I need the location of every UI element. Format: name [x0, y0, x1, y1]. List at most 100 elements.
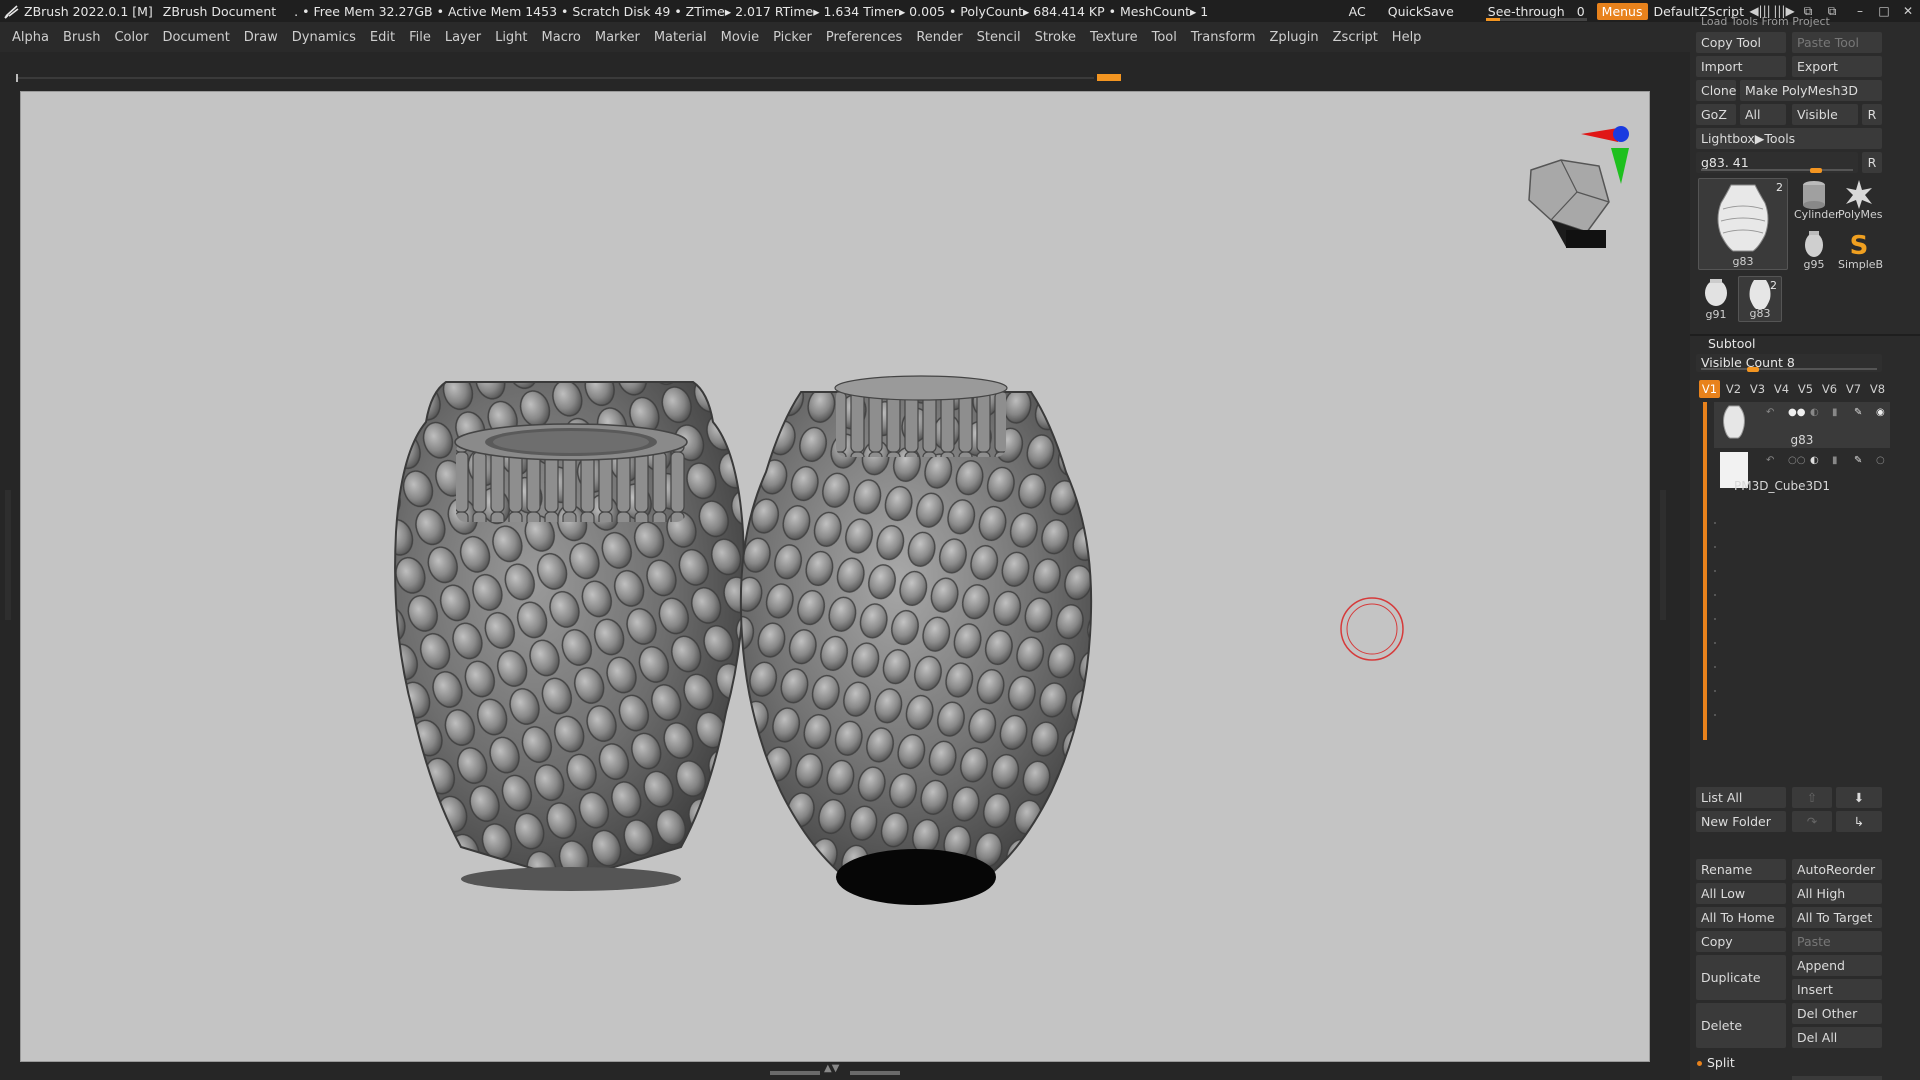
insert-button[interactable]: Insert	[1792, 979, 1882, 1000]
see-through-slider[interactable]: See-through 0	[1480, 4, 1593, 21]
menu-movie[interactable]: Movie	[721, 30, 759, 45]
paste-tool-button[interactable]: Paste Tool	[1792, 32, 1882, 53]
menu-brush[interactable]: Brush	[63, 30, 101, 45]
menu-render[interactable]: Render	[916, 30, 962, 45]
all-to-target-button[interactable]: All To Target	[1792, 907, 1882, 928]
menu-material[interactable]: Material	[654, 30, 707, 45]
slider-knob[interactable]	[1810, 168, 1823, 173]
menu-edit[interactable]: Edit	[370, 30, 395, 45]
auto-reorder-button[interactable]: AutoReorder	[1792, 859, 1882, 880]
eye-icon[interactable]: ◉	[1876, 407, 1890, 417]
version-tab-v5[interactable]: V5	[1795, 380, 1816, 398]
load-tools-button[interactable]: Load Tools From Project	[1696, 14, 1882, 30]
menu-zscript[interactable]: Zscript	[1333, 30, 1378, 45]
eye-icon[interactable]: ○	[1876, 455, 1890, 465]
tool-thumbnail-cylinder[interactable]: Cylinder	[1794, 178, 1840, 222]
menu-picker[interactable]: Picker	[773, 30, 812, 45]
arrow-icon[interactable]: ↶	[1766, 407, 1780, 417]
goz-all-button[interactable]: All	[1740, 104, 1786, 125]
visible-count-slider[interactable]: Visible Count 8	[1696, 354, 1882, 372]
del-all-button[interactable]: Del All	[1792, 1027, 1882, 1048]
goz-visible-button[interactable]: Visible	[1792, 104, 1858, 125]
menu-draw[interactable]: Draw	[244, 30, 278, 45]
new-folder-button[interactable]: New Folder	[1696, 811, 1786, 832]
all-high-button[interactable]: All High	[1792, 883, 1882, 904]
subtool-item-g83[interactable]: ↶ ●● ◐ ▮ ✎ ◉ g83	[1714, 402, 1890, 448]
subtool-scrollbar[interactable]	[1703, 402, 1707, 740]
version-tab-v6[interactable]: V6	[1819, 380, 1840, 398]
import-button[interactable]: Import	[1696, 56, 1786, 77]
export-button[interactable]: Export	[1792, 56, 1882, 77]
clone-button[interactable]: Clone	[1696, 80, 1736, 101]
goz-button[interactable]: GoZ	[1696, 104, 1736, 125]
all-low-button[interactable]: All Low	[1696, 883, 1786, 904]
del-other-button[interactable]: Del Other	[1792, 1003, 1882, 1024]
tool-thumbnail-g83[interactable]: 2 g83	[1698, 178, 1788, 270]
navigation-gizmo[interactable]	[1528, 126, 1629, 248]
split-section-title[interactable]: Split	[1702, 1052, 1782, 1073]
current-tool-slider[interactable]: g83. 41	[1696, 152, 1858, 173]
menu-tool[interactable]: Tool	[1152, 30, 1177, 45]
copy-tool-button[interactable]: Copy Tool	[1696, 32, 1786, 53]
quicksave-button[interactable]: QuickSave	[1388, 4, 1454, 19]
menu-stencil[interactable]: Stencil	[977, 30, 1021, 45]
right-tray-grip[interactable]	[1660, 490, 1666, 620]
copy-button[interactable]: Copy	[1696, 931, 1786, 952]
solo-icon[interactable]: ◐	[1810, 407, 1824, 417]
version-tab-v1[interactable]: V1	[1699, 380, 1720, 398]
menu-stroke[interactable]: Stroke	[1035, 30, 1076, 45]
folder-icon[interactable]: ▮	[1832, 407, 1846, 417]
menu-layer[interactable]: Layer	[445, 30, 481, 45]
tool-thumbnail-simplebrush[interactable]: S SimpleB	[1838, 228, 1883, 272]
version-tab-v4[interactable]: V4	[1771, 380, 1792, 398]
duplicate-button[interactable]: Duplicate	[1696, 955, 1786, 1000]
menu-macro[interactable]: Macro	[542, 30, 581, 45]
menu-alpha[interactable]: Alpha	[12, 30, 49, 45]
version-tab-v8[interactable]: V8	[1867, 380, 1888, 398]
menus-toggle-button[interactable]: Menus	[1596, 2, 1648, 20]
move-down-icon[interactable]: ⬇	[1836, 787, 1882, 808]
make-polymesh3d-button[interactable]: Make PolyMesh3D	[1740, 80, 1882, 101]
version-tab-v7[interactable]: V7	[1843, 380, 1864, 398]
menu-preferences[interactable]: Preferences	[826, 30, 902, 45]
shelf-marker[interactable]	[1097, 74, 1121, 81]
visibility-toggle-icon[interactable]: ○○	[1788, 455, 1805, 465]
menu-file[interactable]: File	[409, 30, 431, 45]
tool-thumbnail-g91[interactable]: g91	[1698, 276, 1734, 322]
subtool-title[interactable]: Subtool	[1708, 336, 1755, 351]
menu-marker[interactable]: Marker	[595, 30, 640, 45]
solo-icon[interactable]: ◐	[1810, 455, 1824, 465]
visibility-toggle-icon[interactable]: ●●	[1788, 407, 1805, 417]
tool-thumbnail-g95[interactable]: g95	[1794, 228, 1834, 272]
menu-transform[interactable]: Transform	[1191, 30, 1256, 45]
list-all-button[interactable]: List All	[1696, 787, 1786, 808]
folder-insert-icon[interactable]: ↳	[1836, 811, 1882, 832]
tool-thumbnail-g83-alt[interactable]: 2 g83	[1738, 276, 1782, 322]
slider-knob[interactable]	[1746, 367, 1759, 372]
close-icon[interactable]: ✕	[1896, 4, 1920, 18]
append-button[interactable]: Append	[1792, 955, 1882, 976]
goz-r-button[interactable]: R	[1862, 104, 1882, 125]
version-tab-v3[interactable]: V3	[1747, 380, 1768, 398]
menu-light[interactable]: Light	[495, 30, 527, 45]
menu-zplugin[interactable]: Zplugin	[1270, 30, 1319, 45]
arrow-icon[interactable]: ↶	[1766, 455, 1780, 465]
menu-help[interactable]: Help	[1392, 30, 1422, 45]
menu-dynamics[interactable]: Dynamics	[292, 30, 356, 45]
bottom-tray-handle[interactable]: ▲▼	[770, 1063, 900, 1076]
all-to-home-button[interactable]: All To Home	[1696, 907, 1786, 928]
subtool-item-pm3d-cube3d1[interactable]: ↶ ○○ ◐ ▮ ✎ ○ PM3D_Cube3D1	[1714, 450, 1890, 496]
move-up-icon[interactable]: ⇧	[1792, 787, 1832, 808]
rename-button[interactable]: Rename	[1696, 859, 1786, 880]
version-tab-v2[interactable]: V2	[1723, 380, 1744, 398]
folder-icon[interactable]: ▮	[1832, 455, 1846, 465]
folder-move-icon[interactable]: ↷	[1792, 811, 1832, 832]
delete-button[interactable]: Delete	[1696, 1003, 1786, 1048]
menu-color[interactable]: Color	[114, 30, 148, 45]
document-canvas[interactable]	[20, 91, 1650, 1062]
ac-button[interactable]: AC	[1349, 4, 1366, 19]
tool-r-button[interactable]: R	[1862, 152, 1882, 173]
paste-button[interactable]: Paste	[1792, 931, 1882, 952]
menu-document[interactable]: Document	[162, 30, 229, 45]
polypaint-brush-icon[interactable]: ✎	[1854, 455, 1868, 465]
